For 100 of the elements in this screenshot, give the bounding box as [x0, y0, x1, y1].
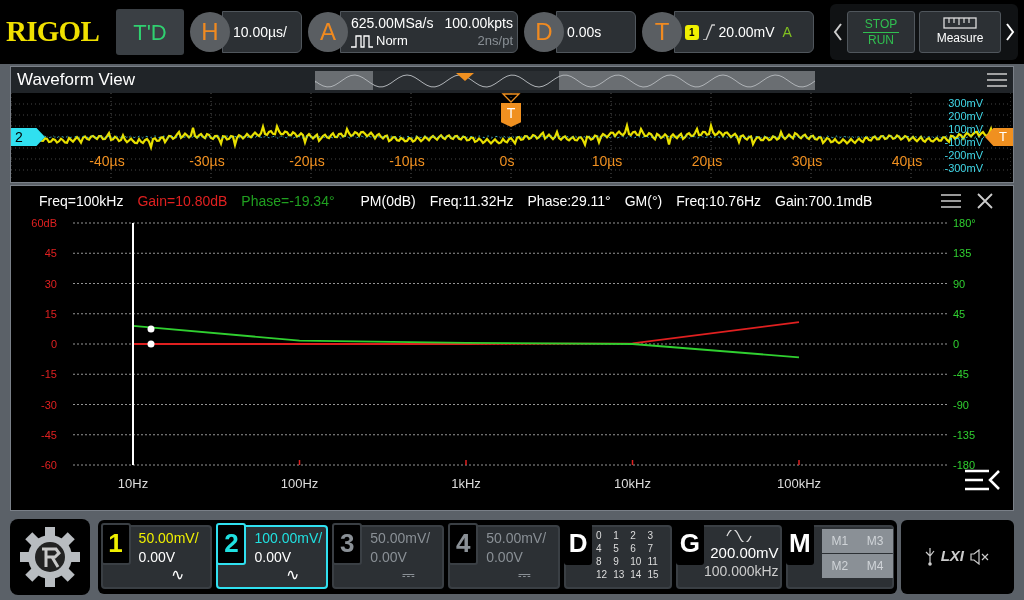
axis-label: 45: [44, 247, 57, 260]
readout-text: Phase=-19.34°: [241, 191, 335, 211]
readout-text: Phase:29.11°: [527, 191, 611, 211]
channel-card[interactable]: 4 50.00mV/ 0.00V ⎓: [448, 524, 561, 589]
panel-letter: D: [564, 522, 593, 565]
acquire-mode: Norm: [376, 32, 408, 49]
axis-label: 135: [953, 247, 972, 260]
trigger-panel[interactable]: 1 20.00mV A: [674, 11, 814, 53]
ruler-icon: [943, 17, 977, 29]
trigger-position-icon: [501, 93, 521, 103]
channel-scale: 100.00mV/: [254, 528, 323, 548]
axis-label: 10kHz: [614, 476, 651, 491]
generator-card[interactable]: G 200.00mV 100.000kHz: [675, 524, 782, 589]
axis-label: 60dB: [31, 217, 57, 229]
axis-label: 30: [44, 277, 57, 290]
axis-label: -90: [953, 398, 969, 411]
acquire-panel[interactable]: 625.00MSa/s 100.00kpts Norm 2ns/pt: [340, 11, 518, 53]
time-label: -20µs: [289, 153, 325, 169]
trigger-level: 20.00mV: [718, 22, 775, 42]
run-label: RUN: [868, 32, 894, 48]
sine-icon: [725, 529, 752, 542]
coupling-symbol: ∿: [286, 564, 300, 585]
run-stop-button[interactable]: STOP RUN: [847, 11, 915, 53]
channel-number: 2: [216, 522, 247, 565]
close-icon: [977, 193, 993, 209]
channel-card[interactable]: 2 100.00mV/ 0.00V ∿: [216, 524, 329, 589]
axis-label: -180: [953, 459, 976, 471]
time-label: 10µs: [591, 153, 623, 169]
digital-channel-label: 7: [647, 541, 654, 555]
timebase-value: 10.00µs/: [233, 22, 287, 42]
delay-panel[interactable]: 0.00s: [556, 11, 636, 53]
rising-edge-icon: [702, 24, 715, 40]
channel-number: 1: [100, 522, 131, 565]
sample-rate: 625.00MSa/s: [351, 15, 434, 32]
trigger-level-marker: T: [985, 128, 1013, 146]
collapse-menu-icon[interactable]: [965, 469, 1001, 491]
digital-card[interactable]: D 0 1 2 3 4 5 6 7 8 9 10 11 12 13 14 15: [564, 524, 672, 589]
panel-letter: G: [675, 522, 704, 565]
axis-label: 90: [953, 277, 966, 290]
trigger-source-badge: 1: [685, 24, 699, 40]
digital-channel-label: 5: [613, 541, 620, 555]
digital-channel-label: 15: [647, 567, 659, 581]
digital-channel-label: 9: [613, 554, 620, 568]
trigger-marker: T: [501, 103, 521, 127]
volt-label: -200mV: [944, 149, 983, 162]
measure-button[interactable]: Measure: [919, 11, 1001, 53]
mute-icon: [969, 548, 990, 565]
coupling-symbol: ⎓: [518, 564, 532, 585]
channel-offset: 0.00V: [138, 547, 177, 567]
digital-channel-label: 4: [596, 541, 603, 555]
axis-label: 45: [953, 307, 966, 320]
digital-channel-label: 2: [630, 528, 637, 542]
channel-card[interactable]: 3 50.00mV/ 0.00V ⎓: [332, 524, 445, 589]
digital-channel-label: 1: [613, 528, 620, 542]
chevron-left-icon: [833, 23, 843, 41]
channel-offset: 0.00V: [254, 547, 293, 567]
channel-scale: 50.00mV/: [370, 528, 431, 548]
gear-logo-icon[interactable]: [19, 526, 80, 587]
axis-label: 1kHz: [451, 476, 481, 491]
digital-channel-label: 12: [596, 567, 608, 581]
volt-label: -300mV: [944, 162, 983, 175]
generator-frequency: 100.000kHz: [703, 561, 779, 581]
axis-label: 100kHz: [776, 476, 822, 491]
axis-label: 0: [953, 338, 960, 350]
readout-text: Freq:11.32Hz: [429, 191, 514, 211]
timebase-panel[interactable]: 10.00µs/: [222, 11, 302, 53]
channel-scale: 50.00mV/: [138, 528, 199, 548]
time-label: 30µs: [791, 153, 823, 169]
time-label: -40µs: [89, 153, 125, 169]
axis-label: 15: [44, 307, 57, 320]
channel-number: 3: [332, 522, 363, 565]
trigger-sweep: A: [782, 22, 792, 42]
time-label: 20µs: [691, 153, 723, 169]
tick-mark: [298, 459, 301, 466]
readout-text: PM(0dB): [360, 191, 416, 211]
channel-scale: 50.00mV/: [486, 528, 547, 548]
channel-number: 4: [448, 522, 479, 565]
usb-icon: [924, 547, 935, 566]
stop-label: STOP: [862, 16, 900, 33]
readout-text: GM(°): [624, 191, 663, 211]
time-label: -10µs: [389, 153, 425, 169]
readout-text: Freq=100kHz: [39, 191, 124, 211]
menu-icon: [941, 194, 961, 208]
digital-channel-label: 10: [630, 554, 642, 568]
axis-label: -45: [953, 368, 969, 381]
digital-channel-label: 0: [596, 528, 603, 542]
time-label: -30µs: [189, 153, 225, 169]
tick-mark: [798, 459, 800, 466]
panel-title: Waveform View: [17, 69, 136, 92]
memory-depth: 100.00kpts: [444, 15, 513, 32]
volt-label: -100mV: [944, 136, 983, 149]
mode-button[interactable]: T'D: [116, 9, 184, 55]
volt-label: 300mV: [948, 97, 983, 110]
channel-marker: 2: [11, 128, 45, 146]
readout-text: Gain=10.80dB: [137, 191, 228, 211]
panel-letter: M: [785, 522, 814, 565]
generator-amplitude: 200.00mV: [710, 542, 779, 562]
channel-card[interactable]: 1 50.00mV/ 0.00V ∿: [100, 524, 213, 589]
axis-label: -135: [953, 428, 976, 441]
digital-channel-label: 11: [647, 554, 659, 568]
